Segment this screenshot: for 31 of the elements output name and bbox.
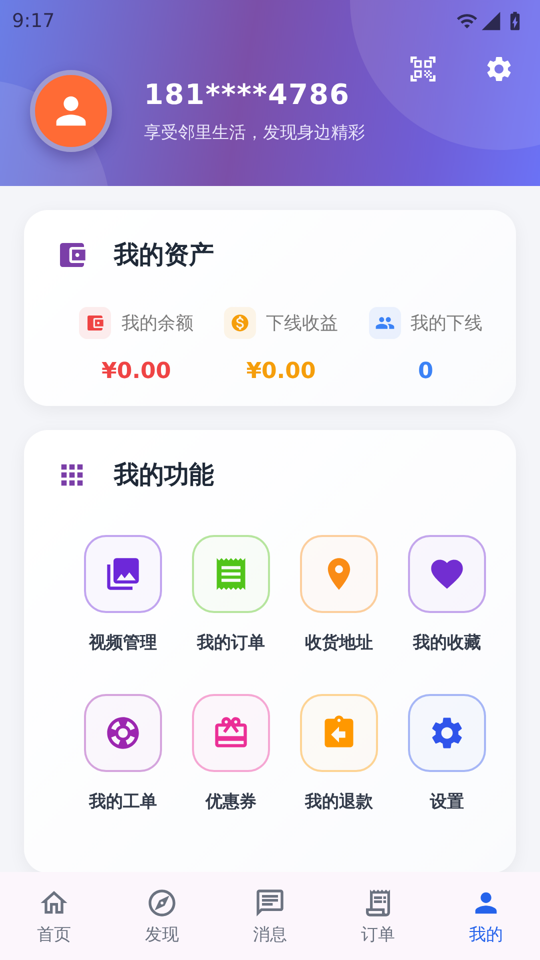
nav-tab[interactable]: 首页	[0, 872, 108, 960]
function-button[interactable]: 优惠券	[177, 694, 285, 813]
nav-tab[interactable]: 我的	[432, 872, 540, 960]
function-button[interactable]: 我的收藏	[393, 535, 501, 654]
function-button[interactable]: 我的工单	[69, 694, 177, 813]
nav-tab[interactable]: 消息	[216, 872, 324, 960]
chat-icon	[254, 886, 286, 918]
function-button[interactable]: 我的订单	[177, 535, 285, 654]
asset-value: 0	[418, 359, 434, 384]
status-time: 9:17	[12, 10, 55, 32]
function-button[interactable]: 视频管理	[69, 535, 177, 654]
asset-value: ¥0.00	[246, 359, 316, 384]
phone-number: 181****4786	[144, 78, 351, 111]
asset-value: ¥0.00	[102, 359, 172, 384]
coin-icon	[224, 307, 256, 339]
function-button[interactable]: 收货地址	[285, 535, 393, 654]
signal-icon	[480, 10, 502, 32]
people-icon	[368, 307, 401, 339]
function-button[interactable]: 设置	[393, 694, 501, 813]
function-button[interactable]: 我的退款	[285, 694, 393, 813]
wallet-icon	[79, 307, 112, 339]
compass-icon	[146, 886, 178, 918]
card-title: 我的资产	[114, 239, 214, 271]
card-title: 我的功能	[114, 459, 214, 491]
asset-label: 我的余额	[121, 312, 194, 335]
nav-tab[interactable]: 发现	[108, 872, 216, 960]
asset-label: 下线收益	[266, 312, 338, 335]
qr-scan-icon[interactable]	[408, 54, 438, 84]
slogan: 享受邻里生活，发现身边精彩	[144, 122, 365, 144]
asset-label: 我的下线	[410, 312, 483, 335]
nav-tab[interactable]: 订单	[324, 872, 432, 960]
